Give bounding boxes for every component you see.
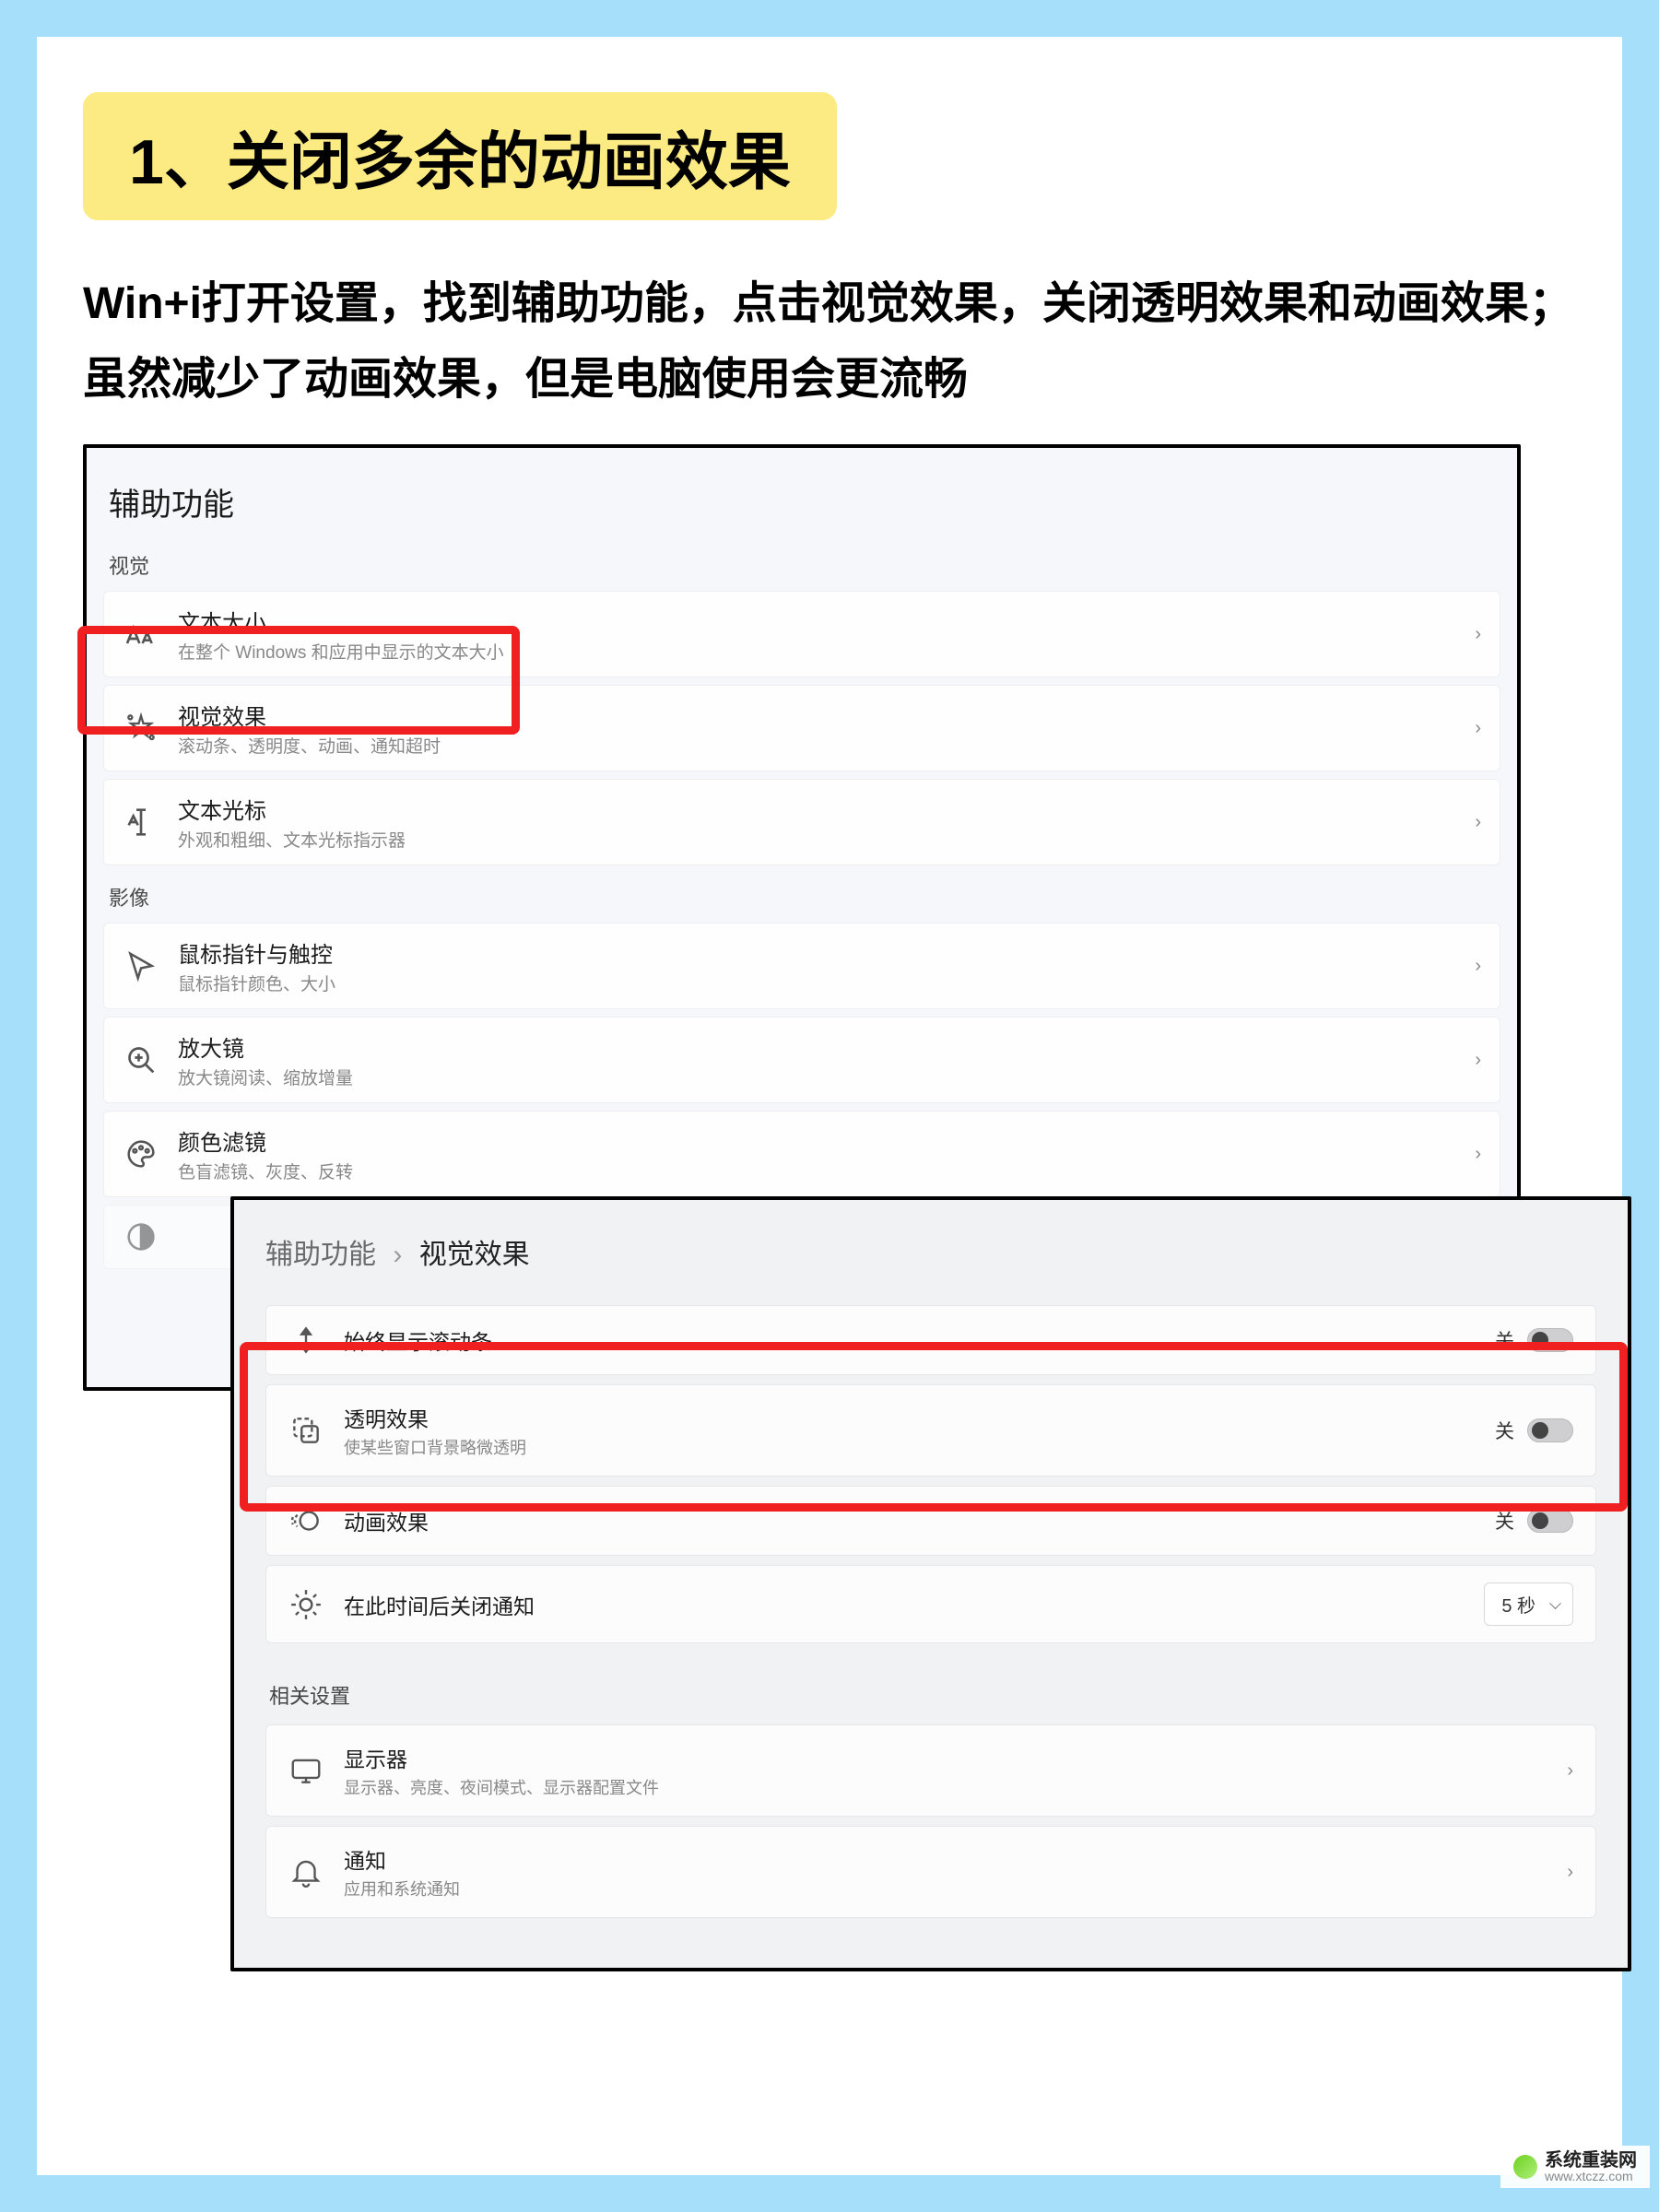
chevron-right-icon: › bbox=[1475, 718, 1481, 739]
row-title: 通知 bbox=[344, 1843, 1567, 1875]
watermark: 系统重装网 www.xtczz.com bbox=[1500, 2146, 1650, 2188]
chevron-right-icon: › bbox=[1475, 812, 1481, 833]
row-desc: 应用和系统通知 bbox=[344, 1877, 1567, 1900]
toggle-state: 关 bbox=[1495, 1326, 1514, 1354]
toggle-switch[interactable] bbox=[1527, 1418, 1573, 1442]
mouse-pointer-icon bbox=[123, 947, 159, 984]
row-title: 始终显示滚动条 bbox=[344, 1324, 1495, 1356]
row-desc: 使某些窗口背景略微透明 bbox=[344, 1435, 1495, 1459]
row-text-cursor[interactable]: 文本光标 外观和粗细、文本光标指示器 › bbox=[103, 779, 1500, 865]
row-title: 文本光标 bbox=[178, 793, 1475, 825]
row-title: 放大镜 bbox=[178, 1030, 1475, 1063]
intro-text: Win+i打开设置，找到辅助功能，点击视觉效果，关闭透明效果和动画效果；虽然减少… bbox=[83, 266, 1576, 417]
watermark-logo-icon bbox=[1513, 2155, 1537, 2179]
chevron-right-icon: › bbox=[1475, 624, 1481, 645]
row-desc: 色盲滤镜、灰度、反转 bbox=[178, 1159, 1475, 1183]
panel1-title: 辅助功能 bbox=[109, 479, 1495, 524]
chevron-right-icon: › bbox=[1475, 1144, 1481, 1165]
row-title: 文本大小 bbox=[178, 605, 1475, 637]
section-vision-label: 视觉 bbox=[109, 550, 1495, 580]
row-visual-effects[interactable]: 视觉效果 滚动条、透明度、动画、通知超时 › bbox=[103, 685, 1500, 771]
breadcrumb-leaf: 视觉效果 bbox=[419, 1240, 530, 1270]
visual-effects-icon bbox=[123, 710, 159, 747]
row-desc: 显示器、亮度、夜间模式、显示器配置文件 bbox=[344, 1775, 1567, 1799]
toggle-state: 关 bbox=[1495, 1417, 1514, 1444]
row-title: 在此时间后关闭通知 bbox=[344, 1589, 1484, 1620]
screenshots-container: 辅助功能 视觉 文本大小 在整个 Windows 和应用中显示的文本大小 › 视… bbox=[83, 444, 1576, 2039]
brightness-icon bbox=[288, 1587, 324, 1622]
notifications-icon bbox=[288, 1854, 324, 1889]
toggle-switch[interactable] bbox=[1527, 1328, 1573, 1352]
magnifier-icon bbox=[123, 1041, 159, 1078]
chevron-right-icon: › bbox=[1475, 956, 1481, 977]
transparency-icon bbox=[288, 1413, 324, 1448]
row-desc: 放大镜阅读、缩放增量 bbox=[178, 1065, 1475, 1089]
contrast-icon bbox=[123, 1218, 159, 1255]
row-desc: 滚动条、透明度、动画、通知超时 bbox=[178, 733, 1475, 758]
row-text-size[interactable]: 文本大小 在整个 Windows 和应用中显示的文本大小 › bbox=[103, 591, 1500, 677]
related-settings-label: 相关设置 bbox=[269, 1680, 1593, 1710]
watermark-url: www.xtczz.com bbox=[1545, 2170, 1637, 2183]
row-title: 鼠标指针与触控 bbox=[178, 936, 1475, 969]
watermark-name: 系统重装网 bbox=[1545, 2151, 1637, 2170]
scrollbar-icon bbox=[288, 1323, 324, 1358]
toggle-state: 关 bbox=[1495, 1507, 1514, 1535]
chevron-right-icon: › bbox=[1567, 1862, 1573, 1883]
row-title: 透明效果 bbox=[344, 1402, 1495, 1433]
row-animation-effects[interactable]: 动画效果 关 bbox=[265, 1486, 1596, 1556]
row-transparency-effects[interactable]: 透明效果 使某些窗口背景略微透明 关 bbox=[265, 1384, 1596, 1477]
row-mouse-pointer[interactable]: 鼠标指针与触控 鼠标指针颜色、大小 › bbox=[103, 923, 1500, 1009]
chevron-right-icon: › bbox=[1567, 1760, 1573, 1782]
text-size-icon bbox=[123, 616, 159, 653]
section-media-label: 影像 bbox=[109, 882, 1495, 912]
row-title: 动画效果 bbox=[344, 1505, 1495, 1536]
toggle-switch[interactable] bbox=[1527, 1509, 1573, 1533]
row-title: 视觉效果 bbox=[178, 699, 1475, 731]
row-magnifier[interactable]: 放大镜 放大镜阅读、缩放增量 › bbox=[103, 1017, 1500, 1103]
page-title: 1、关闭多余的动画效果 bbox=[83, 92, 837, 220]
timeout-dropdown[interactable]: 5 秒 bbox=[1484, 1583, 1573, 1626]
row-notifications[interactable]: 通知 应用和系统通知 › bbox=[265, 1826, 1596, 1918]
text-cursor-icon bbox=[123, 804, 159, 841]
row-display[interactable]: 显示器 显示器、亮度、夜间模式、显示器配置文件 › bbox=[265, 1724, 1596, 1817]
display-icon bbox=[288, 1753, 324, 1788]
row-title: 颜色滤镜 bbox=[178, 1124, 1475, 1157]
row-desc: 外观和粗细、文本光标指示器 bbox=[178, 827, 1475, 852]
row-notification-timeout[interactable]: 在此时间后关闭通知 5 秒 bbox=[265, 1565, 1596, 1643]
animation-icon bbox=[288, 1503, 324, 1538]
color-filters-icon bbox=[123, 1135, 159, 1172]
row-always-show-scrollbars[interactable]: 始终显示滚动条 关 bbox=[265, 1305, 1596, 1375]
chevron-right-icon: › bbox=[1475, 1050, 1481, 1071]
row-title: 显示器 bbox=[344, 1742, 1567, 1773]
breadcrumb-root[interactable]: 辅助功能 bbox=[265, 1240, 376, 1270]
row-desc: 鼠标指针颜色、大小 bbox=[178, 971, 1475, 995]
row-color-filters[interactable]: 颜色滤镜 色盲滤镜、灰度、反转 › bbox=[103, 1111, 1500, 1197]
row-desc: 在整个 Windows 和应用中显示的文本大小 bbox=[178, 639, 1475, 664]
breadcrumb: 辅助功能 › 视觉效果 bbox=[265, 1231, 1596, 1272]
breadcrumb-separator-icon: › bbox=[393, 1240, 402, 1270]
visual-effects-panel: 辅助功能 › 视觉效果 始终显示滚动条 关 透明效果 bbox=[230, 1196, 1631, 1971]
